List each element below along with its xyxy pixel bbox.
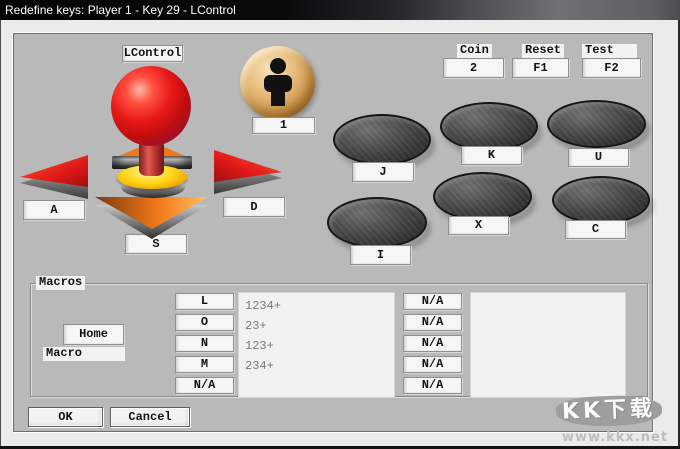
macro-slot-right-2-button[interactable]: N/A [403, 314, 462, 331]
macros-group-label: Macros [36, 276, 86, 290]
window-edge-left [0, 20, 1, 449]
player-number-button[interactable]: 1 [252, 117, 315, 134]
arcade-button-1[interactable] [333, 114, 431, 165]
home-button[interactable]: Home [63, 324, 124, 345]
macro-text-right[interactable] [470, 292, 626, 398]
arcade-key-4-button[interactable]: I [350, 245, 411, 265]
arcade-button-5[interactable] [433, 172, 532, 221]
watermark-site: www.kkx.net [562, 430, 669, 445]
reset-label: Reset [522, 44, 565, 58]
title-bar[interactable]: Redefine keys: Player 1 - Key 29 - LCont… [0, 0, 680, 20]
coin-key-button[interactable]: 2 [443, 58, 504, 78]
macro-slot-right-4-button[interactable]: N/A [403, 356, 462, 373]
arcade-button-4[interactable] [327, 197, 427, 248]
arcade-button-3[interactable] [547, 100, 646, 148]
macro-line: 23+ [245, 319, 267, 333]
cancel-button[interactable]: Cancel [110, 407, 190, 427]
arrow-left-icon [20, 155, 88, 199]
macro-slot-left-1-button[interactable]: L [175, 293, 234, 310]
arrow-down-icon [95, 197, 208, 239]
watermark-logo-text: KK下载 [555, 394, 663, 428]
macro-slot-right-3-button[interactable]: N/A [403, 335, 462, 352]
ok-button[interactable]: OK [28, 407, 103, 427]
macro-slot-right-5-button[interactable]: N/A [403, 377, 462, 394]
window-title: Redefine keys: Player 1 - Key 29 - LCont… [5, 3, 236, 17]
coin-label: Coin [457, 44, 492, 58]
macro-slot-right-1-button[interactable]: N/A [403, 293, 462, 310]
key-right-button[interactable]: D [223, 197, 285, 217]
test-key-button[interactable]: F2 [582, 58, 641, 78]
person-icon [263, 57, 292, 106]
macro-caption: Macro [43, 347, 125, 361]
arcade-key-6-button[interactable]: C [565, 220, 626, 239]
macro-slot-left-5-button[interactable]: N/A [175, 377, 234, 394]
arcade-key-5-button[interactable]: X [448, 216, 509, 235]
macro-text-left[interactable]: 1234+ 23+ 123+ 234+ [238, 292, 395, 398]
arcade-button-2[interactable] [440, 102, 538, 151]
arrow-right-icon [214, 150, 282, 194]
arcade-key-2-button[interactable]: K [461, 146, 522, 165]
arcade-button-6[interactable] [552, 176, 650, 224]
reset-key-button[interactable]: F1 [512, 58, 569, 78]
macro-slot-left-2-button[interactable]: O [175, 314, 234, 331]
redefine-keys-window: Redefine keys: Player 1 - Key 29 - LCont… [0, 0, 680, 449]
macro-slot-left-3-button[interactable]: N [175, 335, 234, 352]
key-left-button[interactable]: A [23, 200, 85, 220]
player-coin-graphic [240, 46, 315, 119]
macro-line: 234+ [245, 359, 274, 373]
macro-line: 123+ [245, 339, 274, 353]
test-label: Test [582, 44, 637, 58]
joystick-key-button[interactable]: LControl [122, 45, 183, 62]
macro-line: 1234+ [245, 299, 282, 313]
joystick-ball [111, 66, 191, 146]
watermark-logo: KK下载 [555, 394, 663, 428]
macro-slot-left-4-button[interactable]: M [175, 356, 234, 373]
arcade-key-3-button[interactable]: U [568, 148, 629, 167]
arcade-key-1-button[interactable]: J [352, 162, 414, 182]
